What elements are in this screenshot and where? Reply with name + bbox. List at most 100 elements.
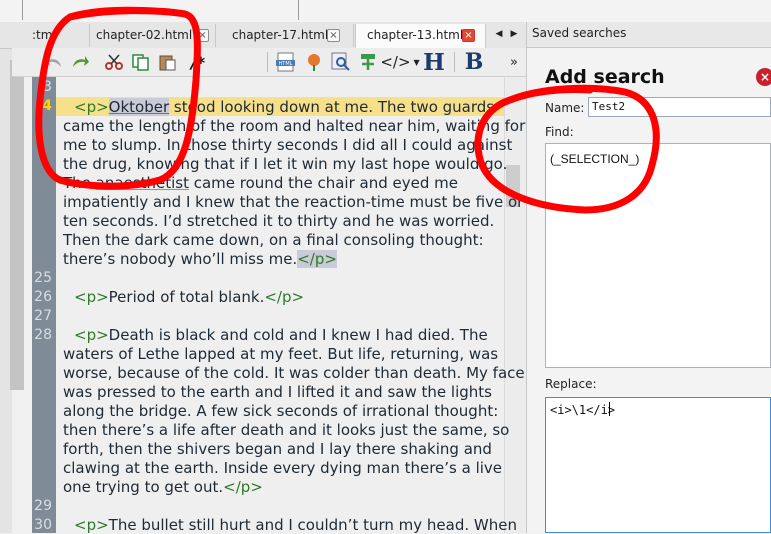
panel-title: Saved searches xyxy=(532,26,627,40)
left-scrollbar-thumb[interactable] xyxy=(10,60,24,390)
html-tag: </p> xyxy=(264,288,305,306)
close-tab-icon[interactable]: × xyxy=(327,29,340,42)
line-number: 30 xyxy=(34,517,52,533)
tree-icon xyxy=(361,54,375,70)
undo-icon xyxy=(45,56,61,67)
tab-html[interactable]: :tml xyxy=(26,24,90,47)
tab-chapter-13[interactable]: chapter-13.html × xyxy=(355,24,486,49)
chevron-down-icon: ▼ xyxy=(413,57,420,67)
code-line: clawing at the earth. Inside every dying… xyxy=(63,459,503,477)
toolbar-separator xyxy=(454,52,455,72)
code-line: <p>Period of total blank.</p> xyxy=(74,288,304,306)
tab-label: :tml xyxy=(32,28,56,42)
html-tag: <p> xyxy=(74,288,109,306)
close-tab-icon[interactable]: × xyxy=(196,29,209,42)
comment-label: /* xyxy=(190,52,206,72)
code-line: along the bridge. A few sick seconds of … xyxy=(63,402,499,420)
tab-scroll-right-icon[interactable]: ▶ xyxy=(508,26,520,42)
html-view-button[interactable]: HTML xyxy=(274,50,298,74)
undo-button[interactable] xyxy=(42,50,66,74)
line-number: 4 xyxy=(42,98,52,114)
copy-button[interactable] xyxy=(129,50,153,74)
line-text: came round the chair and eyed me xyxy=(188,174,458,192)
code-line: The anaesthetist came round the chair an… xyxy=(63,174,458,192)
find-button[interactable] xyxy=(329,50,353,74)
code-line: came the length of the room and halted n… xyxy=(63,117,526,135)
html-tag: <p> xyxy=(74,98,109,116)
line-text: The xyxy=(63,174,96,192)
paste-icon xyxy=(159,55,176,71)
name-label: Name: xyxy=(545,101,585,115)
tab-chapter-17[interactable]: chapter-17.html × xyxy=(226,24,354,47)
scissors-icon xyxy=(105,54,123,70)
find-label: Find: xyxy=(545,125,574,139)
line-number: 25 xyxy=(34,270,52,286)
code-icon: </> xyxy=(380,53,411,71)
find-field[interactable]: (_SELECTION_) xyxy=(545,143,771,368)
html-tag: </p> xyxy=(223,478,263,496)
code-line: worse, because of the cold. It was colde… xyxy=(63,364,525,382)
text-caret xyxy=(609,402,610,416)
code-line: <p>The bullet still hurt and I couldn’t … xyxy=(74,516,517,534)
replace-label: Replace: xyxy=(545,377,597,391)
line-number: 26 xyxy=(34,289,52,305)
close-icon[interactable]: × xyxy=(756,68,771,86)
html-tag: </p> xyxy=(297,250,337,268)
heading-button[interactable]: H xyxy=(422,49,446,76)
code-line: then there’s a life after death and it l… xyxy=(63,421,510,439)
line-text: stood looking down at me. The two guards xyxy=(169,98,495,116)
code-line: impatiently and I knew that the reaction… xyxy=(63,193,524,211)
comment-button[interactable]: /* xyxy=(186,50,210,74)
name-field[interactable]: Test2 xyxy=(588,97,771,117)
code-line: one trying to get out.</p> xyxy=(63,478,263,496)
line-number: 28 xyxy=(34,327,52,343)
line-number: 3 xyxy=(43,79,52,95)
top-strip xyxy=(0,0,771,23)
find-value: (_SELECTION_) xyxy=(550,152,640,166)
line-text: one trying to get out. xyxy=(63,478,224,496)
html-tag: <p> xyxy=(74,516,109,534)
line-number: 29 xyxy=(34,498,52,514)
replace-value: <i>\1</i> xyxy=(550,403,616,417)
line-number: 27 xyxy=(34,308,52,324)
bold-button[interactable]: B xyxy=(462,49,486,75)
cut-button[interactable] xyxy=(102,50,126,74)
line-text: Death is black and cold and I knew I had… xyxy=(108,326,488,344)
html-tag: <p> xyxy=(74,326,109,344)
line-text: Period of total blank. xyxy=(108,288,265,306)
toolbar-overflow-button[interactable]: » xyxy=(506,50,522,74)
copy-icon xyxy=(132,54,149,71)
toolbar: /* HTML </> ▼ H B » xyxy=(12,48,526,77)
code-view-button[interactable]: </> ▼ xyxy=(380,50,420,74)
line-text: there’s nobody who’ll miss me. xyxy=(63,250,298,268)
divider xyxy=(298,0,299,20)
redo-icon xyxy=(73,56,89,67)
redo-button[interactable] xyxy=(68,50,92,74)
magnifier-icon xyxy=(331,52,350,71)
tab-chapter-02[interactable]: chapter-02.html × xyxy=(90,24,216,47)
code-line: waters of Lethe lapped at my feet. But l… xyxy=(63,345,499,363)
code-line: me to slump. In those thirty seconds I d… xyxy=(63,136,513,154)
code-line: forth, then the shivers began and I lay … xyxy=(63,440,492,458)
bold-icon: B xyxy=(464,49,484,75)
code-line: ten seconds. I’d stretched it to thirty … xyxy=(63,212,495,230)
svg-text:HTML: HTML xyxy=(279,61,293,67)
tab-label: chapter-17.html xyxy=(232,28,329,42)
insert-image-button[interactable] xyxy=(302,50,326,74)
paste-button[interactable] xyxy=(156,50,180,74)
tab-bar: :tml chapter-02.html × chapter-17.html ×… xyxy=(0,22,526,49)
replace-field[interactable]: <i>\1</i> xyxy=(545,397,771,533)
code-line: the drug, knowing that if I let it win m… xyxy=(63,155,508,173)
code-line: <p>Death is black and cold and I knew I … xyxy=(74,326,488,344)
tab-label: chapter-13.html xyxy=(367,28,464,42)
toolbar-separator xyxy=(267,52,268,72)
line-text: The bullet still hurt and I couldn’t tur… xyxy=(108,516,517,534)
code-line: there’s nobody who’ll miss me.</p> xyxy=(63,250,337,268)
spelling-flag: anaesthetist xyxy=(95,174,189,192)
close-tab-icon[interactable]: × xyxy=(462,29,475,42)
tab-scroll-left-icon[interactable]: ◀ xyxy=(493,26,505,42)
insert-link-button[interactable] xyxy=(356,50,380,74)
tab-label: chapter-02.html xyxy=(96,28,193,42)
saved-searches-header: Saved searches xyxy=(526,22,771,48)
add-search-title: Add search xyxy=(545,66,665,88)
